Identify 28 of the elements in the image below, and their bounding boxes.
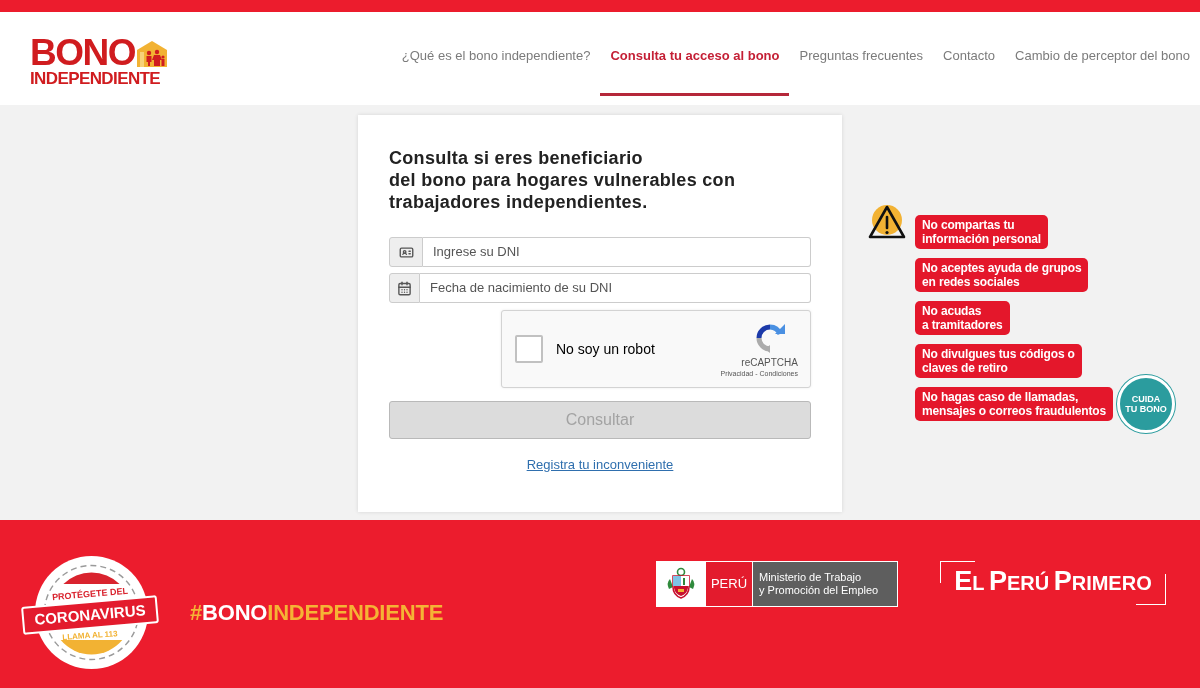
form-heading: Consulta si eres beneficiario del bono para hogares vulnerables con trabajadores independientes. [389, 147, 737, 213]
country-label: PERÚ [705, 562, 752, 606]
birthdate-input[interactable]: Fecha de nacimiento de su DNI [420, 273, 811, 303]
captcha-brand: reCAPTCHA [741, 356, 798, 369]
nav-tab[interactable]: ¿Qué es el bono independiente? [391, 12, 601, 96]
warning-message: No hagas caso de llamadas, mensajes o correos fraudulentos [915, 387, 1114, 421]
cuida-tu-bono-sticker: CUIDA TU BONO [1117, 375, 1176, 433]
house-icon [137, 41, 167, 67]
logo-title: BONO [30, 38, 135, 67]
warning-message: No acudas a tramitadores [915, 301, 1010, 335]
captcha-checkbox[interactable] [515, 335, 543, 363]
warning-message: No compartas tu información personal [915, 215, 1049, 249]
captcha-label: No soy un robot [556, 339, 655, 359]
hashtag-text: #BONOINDEPENDIENTE [190, 598, 444, 627]
ministry-name: Ministerio de Trabajo y Promoción del Empleo [752, 562, 897, 606]
logo-subtitle: INDEPENDIENTE [30, 69, 161, 88]
warning-message: No divulgues tus códigos o claves de retiro [915, 344, 1082, 378]
nav-tab[interactable]: Preguntas frecuentes [789, 12, 934, 96]
id-card-icon [389, 237, 423, 267]
warning-message: No aceptes ayuda de grupos en redes sociales [915, 258, 1089, 292]
framed-slogan: EL PERÚ PRIMERO [940, 561, 1166, 605]
nav-tab[interactable]: Consulta tu acceso al bono [600, 12, 790, 96]
nav-tab[interactable]: Cambio de perceptor del bono [1005, 12, 1200, 96]
nav-tab[interactable]: Contacto [933, 12, 1006, 96]
dni-input[interactable]: Ingrese su DNI [423, 237, 811, 267]
warning-icon [868, 204, 906, 240]
calendar-icon [389, 273, 420, 303]
help-link[interactable]: Registra tu inconveniente [526, 457, 674, 473]
